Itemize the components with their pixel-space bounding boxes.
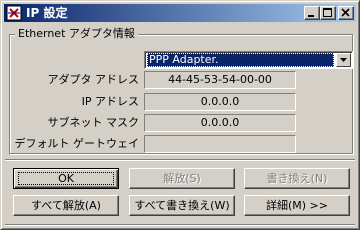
ok-button-label: OK [58, 172, 74, 185]
window-title: IP 設定 [26, 6, 68, 20]
chevron-down-icon [340, 58, 347, 62]
maximize-button[interactable] [320, 6, 336, 20]
title-bar[interactable]: IP 設定 [4, 4, 356, 22]
adapter-info-legend: Ethernet アダプタ情報 [15, 27, 138, 41]
ip-address-value: 0.0.0.0 [144, 93, 296, 111]
subnet-mask-value: 0.0.0.0 [144, 114, 296, 132]
close-icon [341, 8, 350, 17]
maximize-icon [323, 8, 332, 17]
adapter-address-label: アダプタ アドレス [47, 73, 140, 86]
divider [5, 159, 355, 161]
subnet-mask-label: サブネット マスク [47, 116, 140, 129]
release-button-label: 解放(S) [163, 172, 201, 185]
ip-address-label: IP アドレス [81, 95, 139, 108]
minimize-button[interactable] [304, 6, 320, 20]
details-button[interactable]: 詳細(M) >> [244, 195, 350, 216]
network-app-icon [6, 5, 22, 21]
details-button-label: 詳細(M) >> [265, 199, 328, 212]
release-all-button-label: すべて解放(A) [31, 199, 101, 212]
close-button[interactable] [338, 6, 354, 20]
bottom-edge [5, 224, 355, 226]
default-gateway-label: デフォルト ゲートウェイ [14, 137, 140, 150]
release-button[interactable]: 解放(S) [129, 168, 235, 189]
adapter-address-value: 44-45-53-54-00-00 [144, 71, 296, 89]
ok-button[interactable]: OK [13, 168, 119, 189]
renew-button-label: 書き換え(N) [266, 172, 328, 185]
adapter-select-dropdown-button[interactable] [336, 53, 351, 67]
adapter-select-value: PPP Adapter. [147, 53, 334, 67]
default-gateway-value [144, 135, 296, 153]
renew-all-button[interactable]: すべて書き換え(W) [129, 195, 235, 216]
minimize-icon [308, 15, 314, 17]
renew-button[interactable]: 書き換え(N) [244, 168, 350, 189]
adapter-select[interactable]: PPP Adapter. [144, 51, 353, 69]
release-all-button[interactable]: すべて解放(A) [13, 195, 119, 216]
ip-config-window: IP 設定 Ethernet アダプタ情報 PPP Adapter. アダプタ … [0, 0, 360, 230]
renew-all-button-label: すべて書き換え(W) [134, 199, 230, 212]
